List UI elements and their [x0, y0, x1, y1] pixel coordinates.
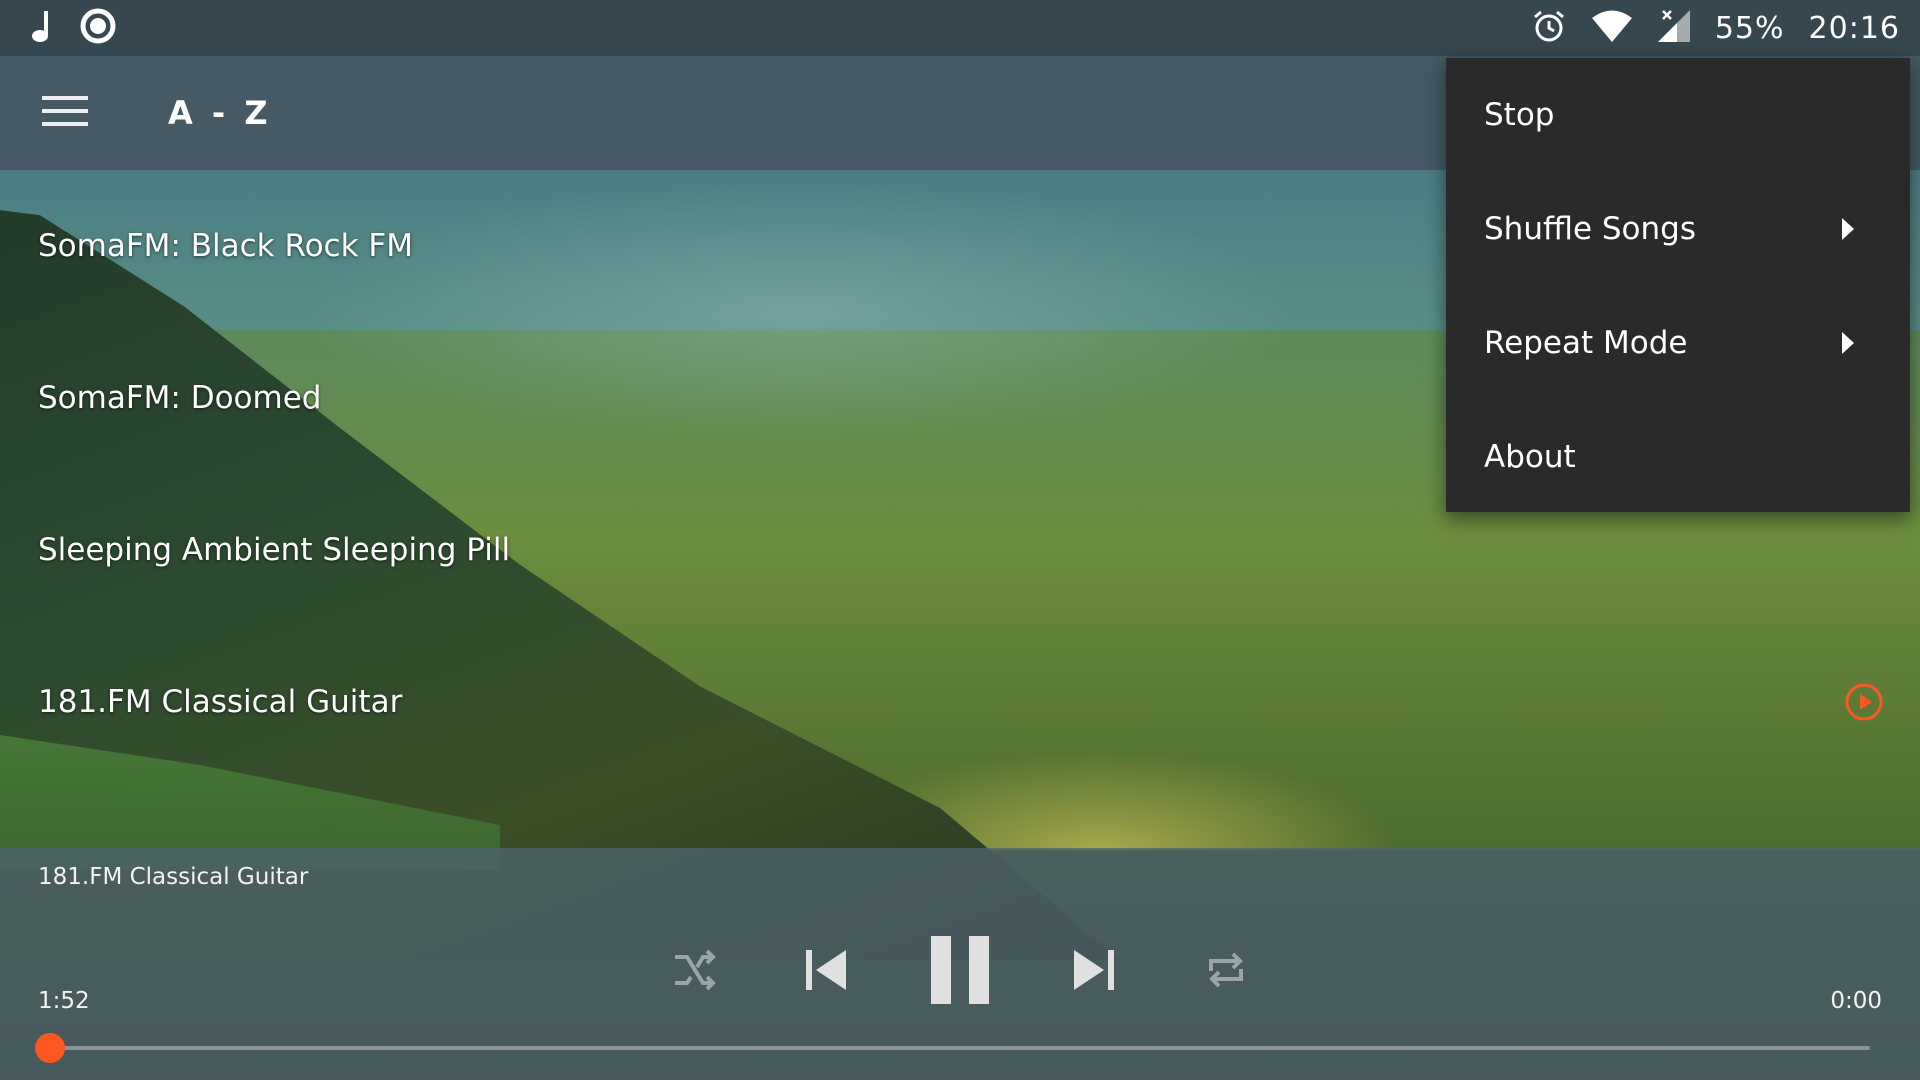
- repeat-icon: [1203, 947, 1249, 997]
- overflow-menu: Stop Shuffle Songs Repeat Mode About: [1446, 58, 1910, 512]
- next-button[interactable]: [1064, 922, 1124, 1022]
- menu-item-label: Shuffle Songs: [1484, 211, 1696, 247]
- station-name: 181.FM Classical Guitar: [38, 684, 403, 720]
- menu-item-repeat-mode[interactable]: Repeat Mode: [1446, 286, 1910, 400]
- submenu-arrow-icon: [1842, 332, 1854, 354]
- status-right: 55% 20:16: [1531, 8, 1900, 48]
- previous-button[interactable]: [796, 922, 856, 1022]
- wifi-icon: [1591, 9, 1633, 47]
- pause-button[interactable]: [922, 922, 998, 1022]
- progress-thumb[interactable]: [35, 1033, 65, 1063]
- now-playing-title: 181.FM Classical Guitar: [38, 864, 309, 890]
- alarm-icon: [1531, 8, 1567, 48]
- repeat-button[interactable]: [1196, 922, 1256, 1022]
- skip-next-icon: [1070, 946, 1118, 998]
- music-note-icon: [30, 9, 56, 47]
- player-panel: 181.FM Classical Guitar 1:52 0:00: [0, 848, 1920, 1080]
- menu-item-shuffle-songs[interactable]: Shuffle Songs: [1446, 172, 1910, 286]
- status-bar: 55% 20:16: [0, 0, 1920, 56]
- skip-previous-icon: [802, 946, 850, 998]
- now-playing-icon[interactable]: [1844, 682, 1884, 722]
- remaining-time: 0:00: [1830, 988, 1882, 1014]
- record-icon: [80, 8, 116, 48]
- station-name: SomaFM: Black Rock FM: [38, 228, 413, 264]
- menu-item-label: Repeat Mode: [1484, 325, 1688, 361]
- submenu-arrow-icon: [1842, 218, 1854, 240]
- station-name: Sleeping Ambient Sleeping Pill: [38, 532, 511, 568]
- station-name: SomaFM: Doomed: [38, 380, 322, 416]
- menu-item-stop[interactable]: Stop: [1446, 58, 1910, 172]
- shuffle-icon: [671, 947, 717, 997]
- progress-track[interactable]: [35, 1033, 1870, 1063]
- hamburger-menu-icon[interactable]: [42, 94, 88, 132]
- menu-item-label: About: [1484, 439, 1576, 475]
- battery-percent: 55%: [1714, 10, 1785, 46]
- shuffle-button[interactable]: [664, 922, 724, 1022]
- player-controls: [0, 922, 1920, 1022]
- app-screen: 55% 20:16 A - Z SomaFM: Black Rock FM So…: [0, 0, 1920, 1080]
- menu-item-label: Stop: [1484, 97, 1555, 133]
- toolbar-title[interactable]: A - Z: [168, 94, 272, 132]
- elapsed-time: 1:52: [38, 988, 90, 1014]
- clock: 20:16: [1808, 10, 1900, 46]
- status-left: [30, 8, 116, 48]
- cell-signal-icon: [1657, 9, 1691, 47]
- menu-item-about[interactable]: About: [1446, 400, 1910, 514]
- pause-icon: [929, 936, 991, 1008]
- list-item[interactable]: 181.FM Classical Guitar: [0, 626, 1920, 778]
